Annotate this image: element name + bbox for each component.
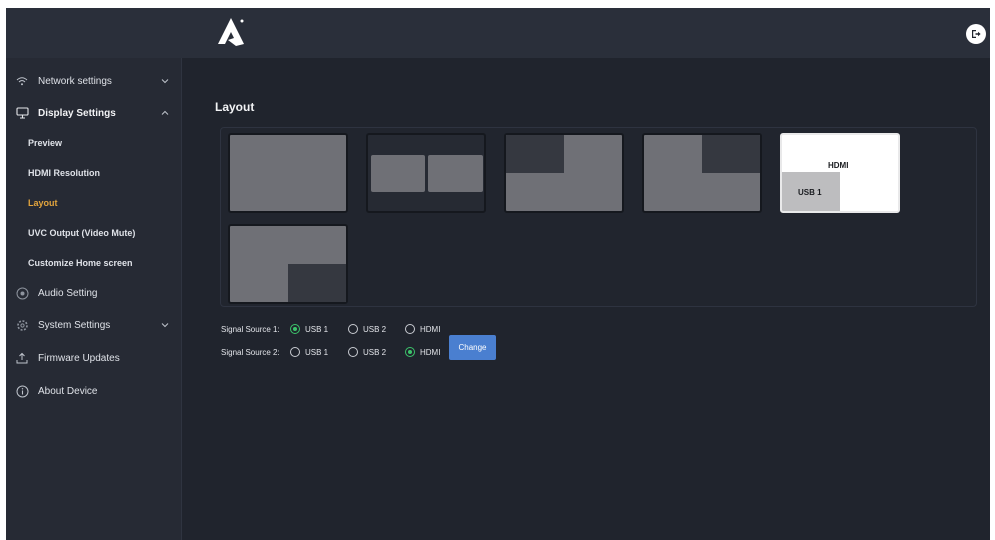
- signal-source-2-label: Signal Source 2:: [221, 347, 280, 357]
- signal1-hdmi-radio[interactable]: HDMI: [405, 324, 440, 334]
- radio-label: HDMI: [420, 347, 441, 357]
- sidebar-item-audio-setting[interactable]: Audio Setting: [6, 278, 182, 308]
- radio-label: USB 2: [363, 347, 387, 357]
- info-icon: [15, 384, 29, 398]
- sidebar-item-label: Display Settings: [38, 107, 116, 119]
- sidebar-item-label: About Device: [38, 385, 98, 397]
- upload-icon: [15, 351, 29, 365]
- signal2-usb2-radio[interactable]: USB 2: [348, 347, 386, 357]
- signal-source-1-label: Signal Source 1:: [221, 324, 280, 334]
- page-title: Layout: [215, 100, 255, 114]
- app-window: Network settings Display Settings Previe…: [6, 8, 990, 540]
- gear-icon: [15, 318, 29, 332]
- sidebar-subitem-label: Preview: [28, 138, 63, 148]
- radio-indicator: [348, 324, 358, 334]
- radio-indicator: [290, 347, 300, 357]
- layout-pip-pane: [288, 264, 346, 302]
- signal2-hdmi-radio[interactable]: HDMI: [405, 347, 440, 357]
- sidebar-subitem-customize-home[interactable]: Customize Home screen: [6, 249, 182, 277]
- signal1-usb1-radio[interactable]: USB 1: [290, 324, 328, 334]
- sidebar-item-system-settings[interactable]: System Settings: [6, 310, 182, 340]
- audio-icon: [15, 286, 29, 300]
- radio-indicator: [290, 324, 300, 334]
- radio-label: USB 1: [305, 324, 329, 334]
- tile-label-hdmi: HDMI: [828, 161, 849, 170]
- brand-logo-icon: [211, 14, 251, 50]
- sidebar: Network settings Display Settings Previe…: [6, 58, 182, 540]
- sidebar-subitem-label: HDMI Resolution: [28, 168, 100, 178]
- chevron-up-icon: [160, 108, 170, 118]
- chevron-down-icon: [160, 320, 170, 330]
- signal-source-2-row: Signal Source 2: USB 1 USB 2 HDMI: [221, 345, 481, 359]
- layout-pip-pane: USB 1: [782, 172, 840, 211]
- signal-source-1-row: Signal Source 1: USB 1 USB 2 HDMI: [221, 322, 481, 336]
- chevron-down-icon: [160, 76, 170, 86]
- sidebar-item-label: Firmware Updates: [38, 352, 120, 364]
- sidebar-subitem-uvc-output[interactable]: UVC Output (Video Mute): [6, 219, 182, 247]
- layout-option-pip-bottom-right[interactable]: [228, 224, 348, 304]
- layout-option-pip-top-left[interactable]: [504, 133, 624, 213]
- sidebar-item-display-settings[interactable]: Display Settings: [6, 98, 182, 128]
- radio-label: USB 2: [363, 324, 387, 334]
- layout-pane: [371, 155, 425, 192]
- main-content: Layout HDMI USB 1 Signal Source 1: USB 1…: [182, 58, 990, 540]
- sidebar-subitem-preview[interactable]: Preview: [6, 129, 182, 157]
- sidebar-subitem-label: Customize Home screen: [28, 258, 133, 268]
- sidebar-subitem-label: UVC Output (Video Mute): [28, 228, 136, 238]
- radio-indicator: [405, 347, 415, 357]
- sidebar-item-label: System Settings: [38, 319, 111, 331]
- sidebar-subitem-hdmi-resolution[interactable]: HDMI Resolution: [6, 159, 182, 187]
- signal1-usb2-radio[interactable]: USB 2: [348, 324, 386, 334]
- radio-indicator: [405, 324, 415, 334]
- layout-option-side-by-side[interactable]: [366, 133, 486, 213]
- signal2-usb1-radio[interactable]: USB 1: [290, 347, 328, 357]
- layout-pane: [428, 155, 483, 192]
- top-bar: [6, 8, 990, 58]
- sidebar-item-network-settings[interactable]: Network settings: [6, 66, 182, 96]
- monitor-icon: [15, 106, 29, 120]
- sidebar-item-firmware-updates[interactable]: Firmware Updates: [6, 343, 182, 373]
- layout-option-hdmi-usb1[interactable]: HDMI USB 1: [780, 133, 900, 213]
- layout-pip-pane: [702, 135, 760, 173]
- sidebar-item-about-device[interactable]: About Device: [6, 376, 182, 406]
- sidebar-subitem-label: Layout: [28, 198, 58, 208]
- layout-option-pip-top-right[interactable]: [642, 133, 762, 213]
- sidebar-subitem-layout[interactable]: Layout: [6, 189, 182, 217]
- tile-label-usb1: USB 1: [798, 188, 822, 197]
- radio-indicator: [348, 347, 358, 357]
- layout-pip-pane: [506, 135, 564, 173]
- logout-icon[interactable]: [966, 24, 986, 44]
- wifi-icon: [15, 74, 29, 88]
- sidebar-item-label: Network settings: [38, 75, 112, 87]
- radio-label: HDMI: [420, 324, 441, 334]
- radio-label: USB 1: [305, 347, 329, 357]
- layout-option-single[interactable]: [228, 133, 348, 213]
- change-button[interactable]: Change: [449, 335, 496, 360]
- sidebar-item-label: Audio Setting: [38, 287, 98, 299]
